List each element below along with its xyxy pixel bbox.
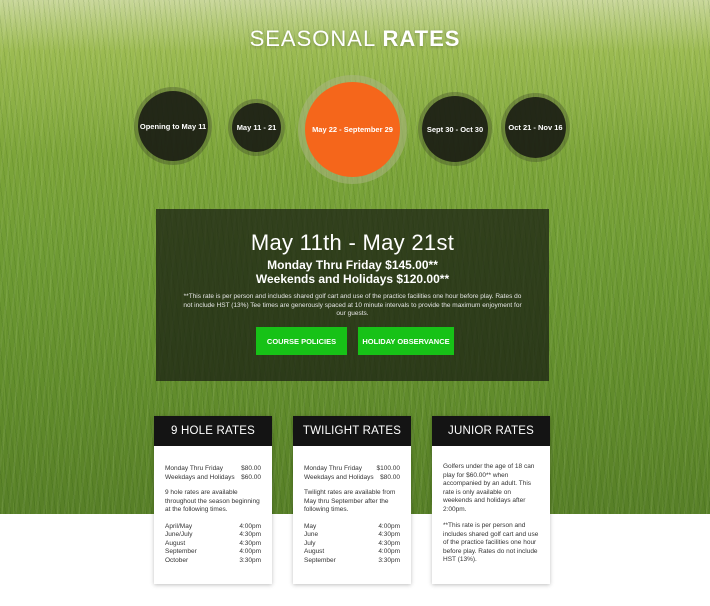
season-may-11-21[interactable]: May 11 - 21: [232, 103, 281, 152]
time-list: April/May 4:00pm June/July 4:30pm August 4:…: [165, 523, 261, 566]
page-title: SEASONAL RATES: [249, 26, 461, 51]
course-policies-button[interactable]: COURSE POLICIES: [256, 327, 347, 355]
time-row: July 4:30pm: [304, 539, 400, 547]
weekend-rate: Weekends and Holidays $120.00**: [255, 272, 450, 286]
rate-heading: May 11th - May 21st: [250, 230, 455, 255]
time-row: May 4:00pm: [304, 522, 400, 530]
card-title: TWILIGHT RATES: [293, 416, 411, 446]
card-title: JUNIOR RATES: [432, 416, 550, 446]
season-sept-30-oct-30[interactable]: Sept 30 - Oct 30: [422, 96, 488, 162]
rate-note: **This rate is per person and includes s…: [183, 293, 522, 317]
junior-rates-card: JUNIOR RATES Golfers under the age of 18…: [432, 416, 550, 584]
price-row: Monday Thru Friday $100.00: [304, 465, 400, 472]
season-oct-21-nov-16[interactable]: Oct 21 - Nov 16: [505, 97, 566, 158]
card-text: Twilight rates are available from May th…: [304, 489, 396, 513]
junior-rate-text: Golfers under the age of 18 can play for…: [443, 463, 535, 513]
time-list: May 4:00pm June 4:30pm July 4:30pm August 4:…: [304, 523, 400, 566]
time-row: April/May 4:00pm: [165, 522, 261, 530]
twilight-rates-card: TWILIGHT RATES Monday Thru Friday $100.0…: [293, 416, 411, 584]
time-row: June/July 4:30pm: [165, 531, 261, 538]
card-text: 9 hole rates are available throughout th…: [165, 489, 260, 513]
card-title: 9 HOLE RATES: [154, 416, 272, 446]
price-row: Monday Thru Friday $80.00: [165, 465, 261, 472]
junior-rate-note: **This rate is per person and includes s…: [443, 522, 539, 563]
price-row: Weekdays and Holidays $60.00: [165, 473, 261, 481]
weekday-rate: Monday Thru Friday $145.00**: [267, 258, 438, 272]
time-row: September 4:00pm: [165, 548, 261, 555]
time-row: June 4:30pm: [304, 531, 400, 538]
time-row: August 4:00pm: [304, 548, 400, 555]
nine-hole-rates-card: 9 HOLE RATES Monday Thru Friday $80.00 W…: [154, 416, 272, 584]
price-row: Weekdays and Holidays $80.00: [304, 473, 400, 481]
time-row: August 4:30pm: [165, 539, 261, 547]
season-opening-to-may-11[interactable]: Opening to May 11: [138, 91, 208, 161]
holiday-observance-button[interactable]: HOLIDAY OBSERVANCE: [358, 327, 454, 355]
rate-panel: May 11th - May 21st Monday Thru Friday $…: [156, 209, 549, 381]
time-row: October 3:30pm: [165, 556, 261, 564]
time-row: September 3:30pm: [304, 556, 400, 564]
season-may-22-sep-29[interactable]: May 22 - September 29: [305, 82, 400, 177]
